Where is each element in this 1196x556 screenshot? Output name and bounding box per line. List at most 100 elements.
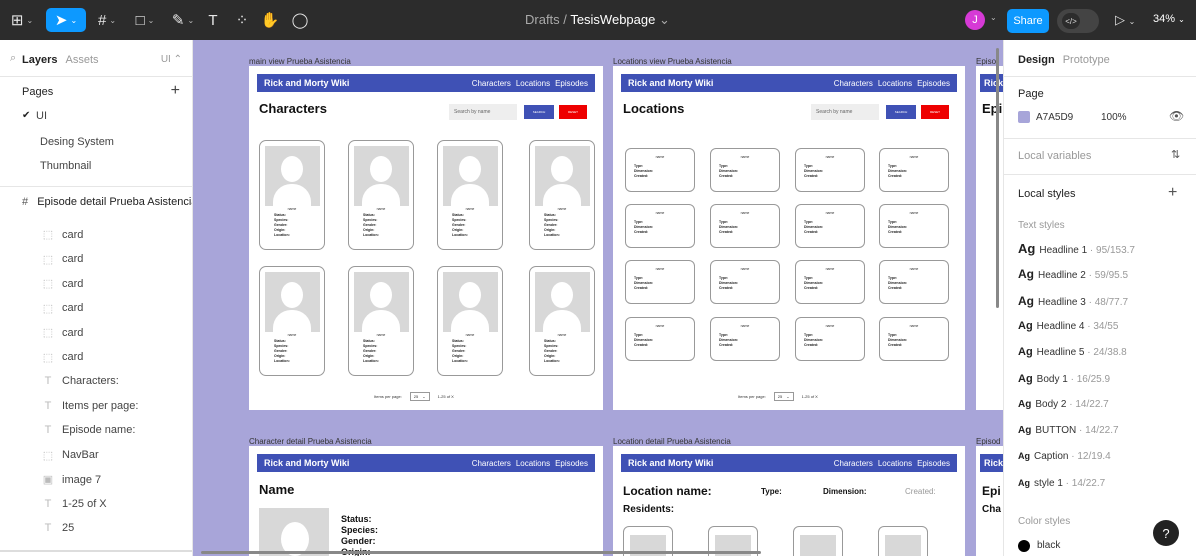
frame-tool-button[interactable]: # ⌄ xyxy=(90,8,124,32)
page-item-design-system[interactable]: Desing System xyxy=(22,136,114,148)
layer-item[interactable]: ⬚ card xyxy=(42,253,84,266)
page-color-hex[interactable]: A7A5D9 xyxy=(1036,112,1073,123)
scrollbar[interactable] xyxy=(0,550,192,552)
text-icon: T xyxy=(208,11,218,29)
card-fields: Type: Dimension: Created: xyxy=(888,333,907,348)
chevron-down-icon[interactable]: ⌄ xyxy=(990,13,997,22)
text-style-item[interactable]: Ag Caption · 12/19.4 xyxy=(1018,451,1111,462)
file-name[interactable]: TesisWebpage xyxy=(570,12,655,27)
page-color-swatch[interactable] xyxy=(1018,111,1030,123)
eye-icon[interactable]: 👁 xyxy=(1169,109,1184,123)
share-button[interactable]: Share xyxy=(1007,9,1049,33)
layer-item[interactable]: ⬚ card xyxy=(42,277,84,291)
layer-item[interactable]: T Items per page: xyxy=(42,399,139,412)
frame-label-location-detail[interactable]: Location detail Prueba Asistencia xyxy=(613,437,731,446)
text-style-item[interactable]: Ag style 1 · 14/22.7 xyxy=(1018,478,1105,489)
horizontal-scrollbar[interactable] xyxy=(201,551,761,554)
color-style-swatch[interactable] xyxy=(1018,540,1030,552)
placeholder-image xyxy=(443,272,498,332)
resources-button[interactable]: ⁘ xyxy=(232,8,252,32)
text-style-meta: · 14/22.7 xyxy=(1066,398,1109,410)
layer-item[interactable]: ⬚ card xyxy=(42,302,84,315)
card-field: Created: xyxy=(634,286,649,290)
text-style-item[interactable]: Ag BUTTON · 14/22.7 xyxy=(1018,425,1119,436)
layer-item[interactable]: T Episode name: xyxy=(42,424,136,436)
layer-item[interactable]: ▣ image 7 xyxy=(42,473,101,487)
frame-label-episode-detail[interactable]: Episod xyxy=(976,437,1000,446)
add-style-icon[interactable]: + xyxy=(1168,184,1177,202)
layer-item[interactable]: T Characters: xyxy=(42,375,119,387)
shape-tool-button[interactable]: □ ⌄ xyxy=(128,8,162,32)
canvas[interactable]: main view Prueba Asistencia Rick and Mor… xyxy=(193,40,1003,556)
frame-character-detail[interactable]: Rick and Morty Wiki Characters Locations… xyxy=(249,446,603,556)
text-style-item[interactable]: Ag Body 1 · 16/25.9 xyxy=(1018,373,1110,385)
help-button[interactable]: ? xyxy=(1153,520,1179,546)
page-opacity[interactable]: 100% xyxy=(1101,112,1127,123)
page-item-ui[interactable]: ✔ UI xyxy=(22,110,47,122)
layer-item[interactable]: ⬚ card xyxy=(42,228,84,242)
page-switcher[interactable]: UI ⌃ xyxy=(161,54,182,65)
layer-item[interactable]: ⬚ card xyxy=(42,351,84,364)
text-style-item[interactable]: Ag Body 2 · 14/22.7 xyxy=(1018,399,1109,410)
chevron-down-icon[interactable]: ⌄ xyxy=(659,12,670,27)
comment-tool-button[interactable]: ◯ xyxy=(290,8,310,32)
placeholder-body xyxy=(273,184,311,206)
card-field: Created: xyxy=(719,174,734,178)
variables-icon[interactable]: ⇅ xyxy=(1171,148,1180,161)
brand: Rick and Morty Wiki xyxy=(628,458,714,468)
present-button[interactable]: ▷ ⌄ xyxy=(1115,12,1135,28)
frame-label-character-detail[interactable]: Character detail Prueba Asistencia xyxy=(249,437,372,446)
frame-label-episodes[interactable]: Episo xyxy=(976,57,996,66)
layer-item[interactable]: ⬚ NavBar xyxy=(42,449,99,462)
text-icon: T xyxy=(44,497,52,510)
pages-heading: Pages xyxy=(22,86,54,98)
frame-main-view[interactable]: Rick and Morty Wiki Characters Locations… xyxy=(249,66,603,410)
local-variables-label[interactable]: Local variables xyxy=(1018,150,1091,162)
brand: Rick and Morty Wiki xyxy=(628,78,714,88)
properties-panel: Design Prototype Page A7A5D9 100% 👁 Loca… xyxy=(1003,40,1196,556)
avatar[interactable]: J xyxy=(965,10,985,30)
toolbar: ⊞ ⌄ ➤ ⌄ # ⌄ □ ⌄ ✎ ⌄ T ⁘ ✋ ◯ Drafts / TesisWeb… xyxy=(0,0,1196,40)
dev-mode-toggle[interactable]: </> xyxy=(1057,9,1099,33)
pager-label: Items per page: xyxy=(738,394,766,399)
drafts-link[interactable]: Drafts xyxy=(525,12,560,27)
frame-label-locations[interactable]: Locations view Prueba Asistencia xyxy=(613,57,732,66)
card-name: name xyxy=(465,333,475,337)
pager-range: 1-25 of X xyxy=(801,394,818,399)
add-page-icon[interactable]: + xyxy=(171,82,180,100)
text-icon: T xyxy=(44,399,52,412)
layer-item[interactable]: ⬚ card xyxy=(42,326,84,340)
search-icon[interactable]: ⌕ xyxy=(10,52,16,65)
layer-frame-episode-detail[interactable]: # Episode detail Prueba Asistencia xyxy=(22,196,192,208)
page-item-thumbnail[interactable]: Thumbnail xyxy=(22,160,91,172)
main-menu-button[interactable]: ⊞ ⌄ xyxy=(6,8,38,32)
pen-tool-button[interactable]: ✎ ⌄ xyxy=(166,8,200,32)
frame-episode-detail[interactable]: Rick Epi Cha xyxy=(976,446,1003,556)
pager-select: 25 ⌄ xyxy=(409,392,430,401)
frame-locations-view[interactable]: Rick and Morty Wiki Characters Locations… xyxy=(613,66,965,410)
layer-item[interactable]: T 1-25 of X xyxy=(42,498,107,510)
text-style-item[interactable]: Ag Headline 3 · 48/77.7 xyxy=(1018,294,1128,308)
code-icon: </> xyxy=(1062,13,1080,29)
zoom-dropdown[interactable]: 34% ⌄ xyxy=(1153,13,1185,25)
text-style-item[interactable]: Ag Headline 2 · 59/95.5 xyxy=(1018,267,1128,281)
frame-icon: ⬚ xyxy=(42,278,54,290)
tab-design[interactable]: Design xyxy=(1018,54,1055,66)
hand-tool-button[interactable]: ✋ xyxy=(260,8,280,32)
card-field: Created: xyxy=(888,343,903,347)
text-style-item[interactable]: Ag Headline 1 · 95/153.7 xyxy=(1018,241,1135,256)
color-style-name[interactable]: black xyxy=(1037,540,1060,551)
tab-assets[interactable]: Assets xyxy=(65,54,98,66)
tab-prototype[interactable]: Prototype xyxy=(1063,54,1110,66)
text-tool-button[interactable]: T xyxy=(203,8,223,32)
layer-item[interactable]: T 25 xyxy=(42,522,75,534)
text-style-item[interactable]: Ag Headline 5 · 24/38.8 xyxy=(1018,346,1127,358)
tab-layers[interactable]: Layers xyxy=(22,54,57,66)
text-style-item[interactable]: Ag Headline 4 · 34/55 xyxy=(1018,320,1118,332)
frame-location-detail[interactable]: Rick and Morty Wiki Characters Locations… xyxy=(613,446,965,556)
vertical-scrollbar[interactable] xyxy=(996,48,999,308)
card-fields: Type: Dimension: Created: xyxy=(888,276,907,291)
frame-label-main[interactable]: main view Prueba Asistencia xyxy=(249,57,351,66)
file-breadcrumb[interactable]: Drafts / TesisWebpage ⌄ xyxy=(525,12,670,28)
move-tool-button[interactable]: ➤ ⌄ xyxy=(46,8,86,32)
